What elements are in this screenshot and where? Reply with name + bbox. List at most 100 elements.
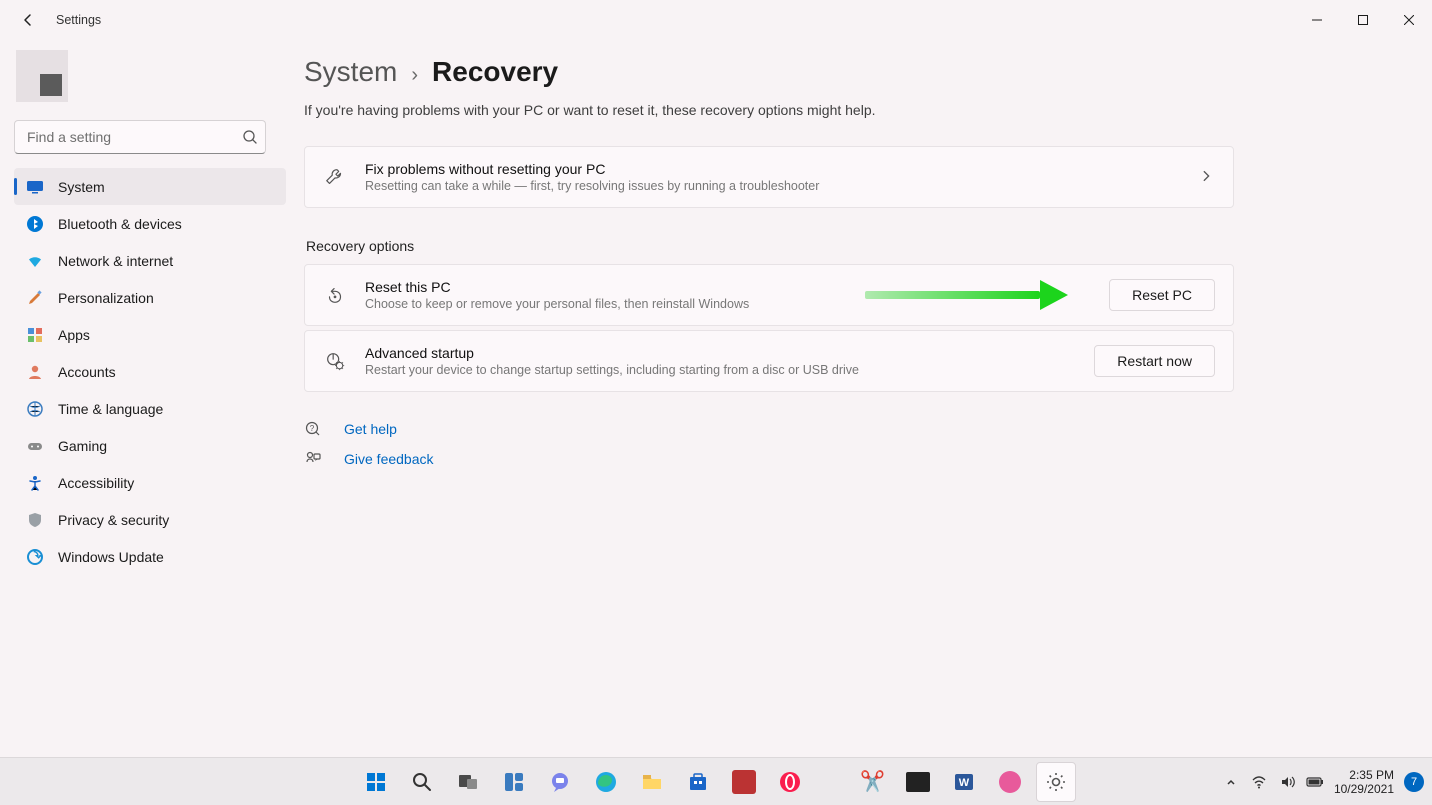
wrench-icon [323,165,347,189]
nav-label: Apps [58,327,90,343]
card-title: Fix problems without resetting your PC [365,161,1181,177]
system-tray: 2:35 PM 10/29/2021 7 [1222,758,1424,805]
update-icon [26,548,44,566]
widgets-button[interactable] [494,762,534,802]
breadcrumb-parent[interactable]: System [304,56,397,88]
task-view-button[interactable] [448,762,488,802]
time-text: 2:35 PM [1334,768,1394,782]
opera-app-icon[interactable] [770,762,810,802]
card-subtitle: Restart your device to change startup se… [365,363,1076,377]
apps-icon [26,326,44,344]
nav-label: Windows Update [58,549,164,565]
nav-list: System Bluetooth & devices Network & int… [14,168,286,575]
nav-item-system[interactable]: System [14,168,286,205]
battery-tray-icon[interactable] [1306,773,1324,791]
word-app-icon[interactable]: W [944,762,984,802]
person-icon [26,363,44,381]
nav-item-accounts[interactable]: Accounts [14,353,286,390]
search-input[interactable] [14,120,266,154]
feedback-icon [304,450,322,468]
card-subtitle: Choose to keep or remove your personal f… [365,297,1091,311]
recovery-options-label: Recovery options [306,238,1234,254]
nav-label: Accounts [58,364,116,380]
nav-item-bluetooth[interactable]: Bluetooth & devices [14,205,286,242]
nav-item-privacy[interactable]: Privacy & security [14,501,286,538]
accessibility-icon [26,474,44,492]
nav-item-network[interactable]: Network & internet [14,242,286,279]
chevron-right-icon: › [411,64,418,87]
card-title: Advanced startup [365,345,1076,361]
volume-tray-icon[interactable] [1278,773,1296,791]
taskbar-search-button[interactable] [402,762,442,802]
card-title: Reset this PC [365,279,1091,295]
chat-button[interactable] [540,762,580,802]
store-app-icon[interactable] [678,762,718,802]
get-help-link[interactable]: Get help [344,421,397,437]
terminal-app-icon[interactable] [898,762,938,802]
card-subtitle: Resetting can take a while — first, try … [365,179,1181,193]
user-profile[interactable] [14,50,286,102]
title-bar: Settings [0,0,1432,40]
nav-label: System [58,179,105,195]
svg-text:W: W [959,777,970,789]
globe-clock-icon [26,400,44,418]
chevron-right-icon [1199,169,1215,185]
app-icon-pink[interactable] [990,762,1030,802]
shield-icon [26,511,44,529]
reset-icon [323,283,347,307]
help-icon: ? [304,420,322,438]
feedback-row: Give feedback [304,450,1234,468]
edge-app-icon[interactable] [586,762,626,802]
reset-pc-button[interactable]: Reset PC [1109,279,1215,311]
app-icon-red[interactable] [724,762,764,802]
nav-label: Accessibility [58,475,134,491]
taskbar-clock[interactable]: 2:35 PM 10/29/2021 [1334,768,1394,796]
nav-item-apps[interactable]: Apps [14,316,286,353]
reset-pc-card: Reset this PC Choose to keep or remove y… [304,264,1234,326]
nav-item-time[interactable]: Time & language [14,390,286,427]
page-subtitle: If you're having problems with your PC o… [304,102,1408,118]
notifications-button[interactable]: 7 [1404,772,1424,792]
tray-overflow-button[interactable] [1222,773,1240,791]
svg-text:?: ? [310,424,315,433]
taskbar-center: ✂️ W [356,758,1076,805]
paintbrush-icon [26,289,44,307]
maximize-button[interactable] [1340,4,1386,36]
nav-label: Bluetooth & devices [58,216,182,232]
nav-item-update[interactable]: Windows Update [14,538,286,575]
explorer-app-icon[interactable] [632,762,672,802]
avatar [16,50,68,102]
bluetooth-icon [26,215,44,233]
display-icon [26,178,44,196]
breadcrumb: System › Recovery [304,56,1408,88]
start-button[interactable] [356,762,396,802]
back-button[interactable] [16,8,40,32]
nav-label: Personalization [58,290,154,306]
wifi-icon [26,252,44,270]
close-button[interactable] [1386,4,1432,36]
nav-label: Time & language [58,401,163,417]
sidebar: System Bluetooth & devices Network & int… [0,40,300,757]
minimize-button[interactable] [1294,4,1340,36]
gamepad-icon [26,437,44,455]
power-gear-icon [323,349,347,373]
nav-item-personalization[interactable]: Personalization [14,279,286,316]
main-content: System › Recovery If you're having probl… [300,40,1432,757]
taskbar: ✂️ W 2:35 PM 10/29/2021 7 [0,757,1432,805]
nav-label: Gaming [58,438,107,454]
troubleshoot-card[interactable]: Fix problems without resetting your PC R… [304,146,1234,208]
give-feedback-link[interactable]: Give feedback [344,451,434,467]
get-help-row: ? Get help [304,420,1234,438]
breadcrumb-current: Recovery [432,56,558,88]
date-text: 10/29/2021 [1334,782,1394,796]
snip-app-icon[interactable]: ✂️ [852,762,892,802]
nav-label: Privacy & security [58,512,169,528]
nav-item-accessibility[interactable]: Accessibility [14,464,286,501]
advanced-startup-card: Advanced startup Restart your device to … [304,330,1234,392]
wifi-tray-icon[interactable] [1250,773,1268,791]
nav-label: Network & internet [58,253,173,269]
nav-item-gaming[interactable]: Gaming [14,427,286,464]
app-title: Settings [56,13,101,27]
restart-now-button[interactable]: Restart now [1094,345,1215,377]
settings-app-icon[interactable] [1036,762,1076,802]
